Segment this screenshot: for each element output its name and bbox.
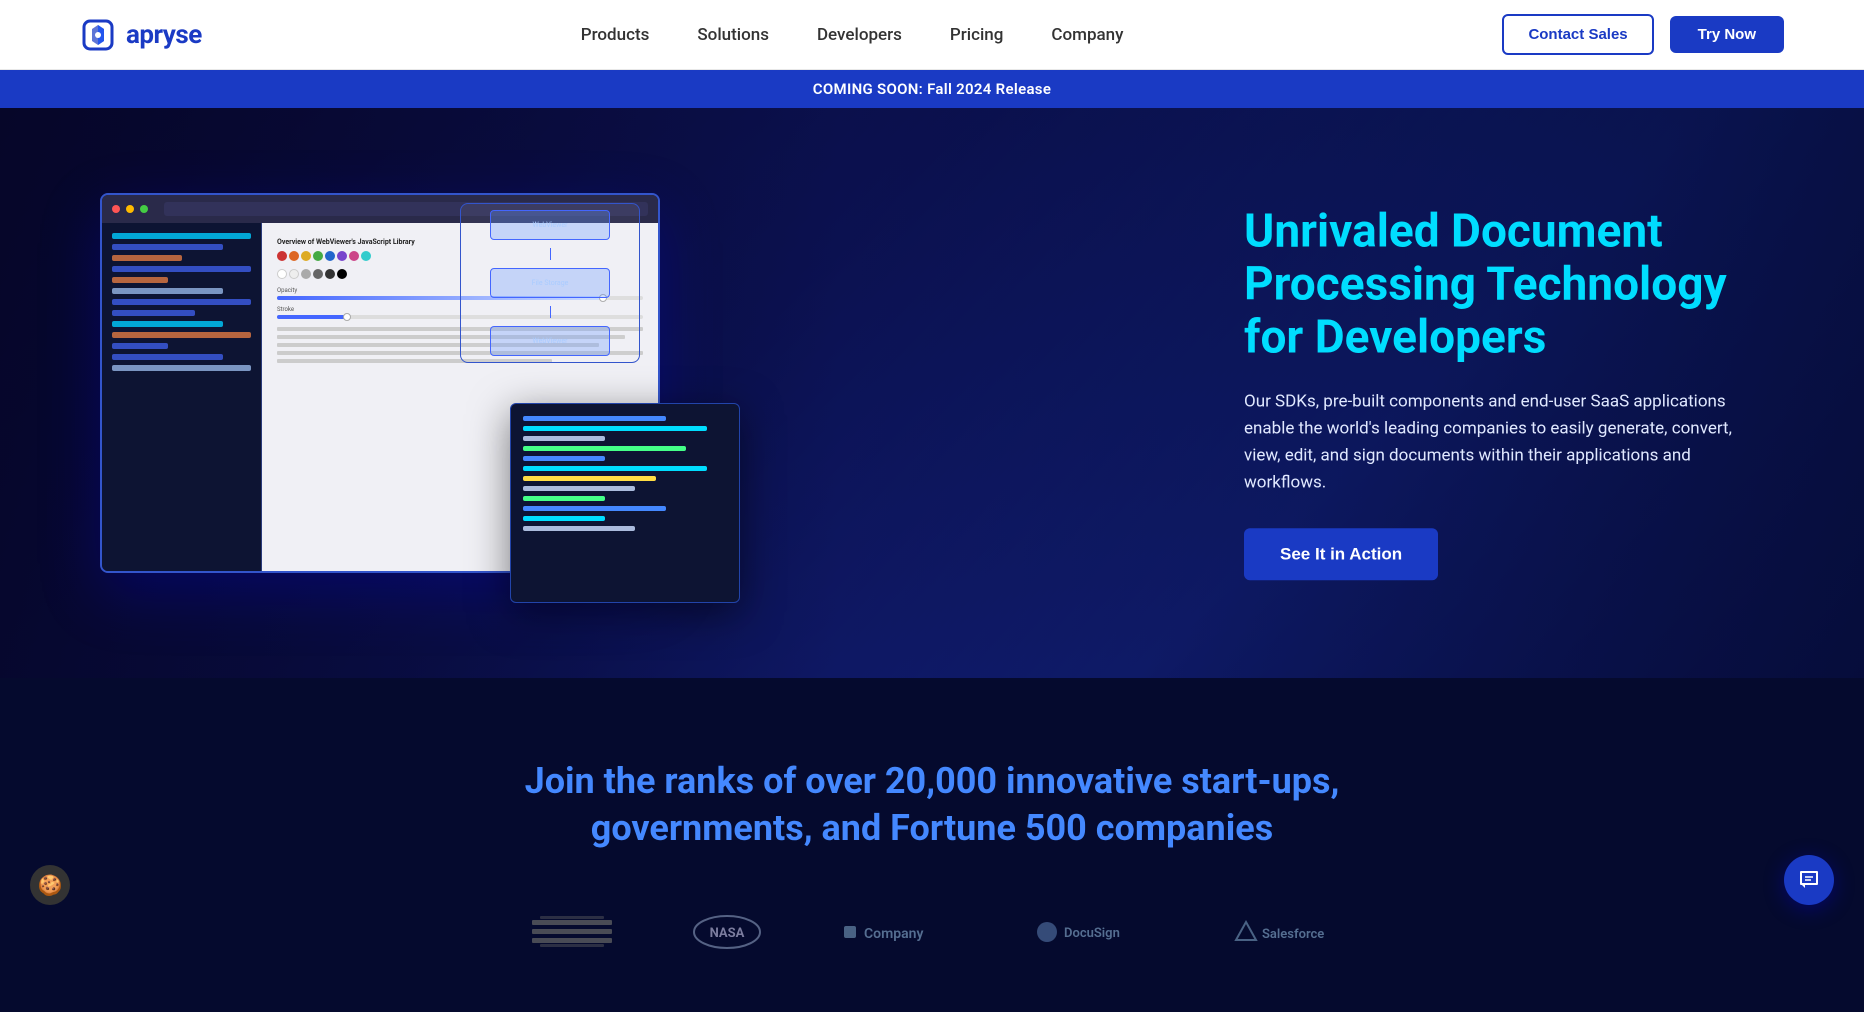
code-sidebar <box>102 223 262 571</box>
logos-row: NASA Company DocuSign Salesforce <box>80 912 1784 952</box>
diagram-box-top: WebViewer <box>490 210 610 240</box>
color-dot-3 <box>301 251 311 261</box>
ibm-logo-svg <box>532 916 612 948</box>
code-line-1 <box>112 233 251 239</box>
color-dot-5 <box>325 251 335 261</box>
toolbar-dot-red <box>112 205 120 213</box>
company1-logo-svg: Company <box>842 918 952 946</box>
code-line-10 <box>112 332 251 338</box>
code-line-5 <box>112 277 168 283</box>
logo-text: apryse <box>126 20 202 50</box>
see-in-action-button[interactable]: See It in Action <box>1244 529 1438 581</box>
cookie-button[interactable]: 🍪 <box>30 865 70 905</box>
try-now-button[interactable]: Try Now <box>1670 16 1784 53</box>
code-line-12 <box>112 354 223 360</box>
nav-company[interactable]: Company <box>1051 25 1123 45</box>
cp-line-10 <box>523 506 666 511</box>
navbar: apryse Products Solutions Developers Pri… <box>0 0 1864 70</box>
nav-products[interactable]: Products <box>581 25 650 45</box>
code-line-4 <box>112 266 251 272</box>
apryse-logo-icon <box>80 17 116 53</box>
diagram-arrow-1 <box>550 248 551 260</box>
color-dot-light <box>289 269 299 279</box>
navbar-actions: Contact Sales Try Now <box>1502 14 1784 55</box>
social-proof-title: Join the ranks of over 20,000 innovative… <box>80 758 1784 852</box>
nav-developers[interactable]: Developers <box>817 25 902 45</box>
social-proof-section: Join the ranks of over 20,000 innovative… <box>0 678 1864 1012</box>
company2-logo-svg: DocuSign <box>1032 917 1152 947</box>
file-storage-diagram: WebViewer File Storage WebViewer <box>460 203 640 363</box>
social-proof-line2: governments, and Fortune 500 companies <box>591 807 1273 849</box>
announcement-text: COMING SOON: Fall 2024 Release <box>813 80 1051 98</box>
logo-nasa: NASA <box>692 912 762 952</box>
cp-line-7 <box>523 476 656 481</box>
contact-sales-button[interactable]: Contact Sales <box>1502 14 1653 55</box>
code-line-13 <box>112 365 251 371</box>
cp-line-4 <box>523 446 686 451</box>
logo-company2: DocuSign <box>1032 912 1152 952</box>
svg-text:Salesforce: Salesforce <box>1262 927 1324 942</box>
code-line-3 <box>112 255 182 261</box>
code-line-11 <box>112 343 168 349</box>
logo-company1: Company <box>842 912 952 952</box>
cookie-icon-symbol: 🍪 <box>38 873 63 897</box>
diagram-box-bot: WebViewer <box>490 326 610 356</box>
cp-line-3 <box>523 436 605 441</box>
code-line-6 <box>112 288 223 294</box>
color-dot-7 <box>349 251 359 261</box>
nav-links: Products Solutions Developers Pricing Co… <box>581 25 1124 45</box>
svg-text:NASA: NASA <box>710 926 745 941</box>
announcement-bar[interactable]: COMING SOON: Fall 2024 Release <box>0 70 1864 108</box>
color-dot-black <box>337 269 347 279</box>
color-dot-8 <box>361 251 371 261</box>
cp-line-8 <box>523 486 635 491</box>
diagram-box-mid: File Storage <box>490 268 610 298</box>
svg-text:Company: Company <box>864 926 923 942</box>
hero-visual: Overview of WebViewer's JavaScript Libra… <box>0 108 1212 678</box>
nav-pricing[interactable]: Pricing <box>950 25 1004 45</box>
cp-line-1 <box>523 416 666 421</box>
cp-line-9 <box>523 496 605 501</box>
code-line-2 <box>112 244 223 250</box>
svg-text:DocuSign: DocuSign <box>1064 926 1120 941</box>
hero-section: Overview of WebViewer's JavaScript Libra… <box>0 108 1864 678</box>
chat-button[interactable] <box>1784 855 1834 905</box>
color-dot-6 <box>337 251 347 261</box>
color-dot-2 <box>289 251 299 261</box>
code-line-8 <box>112 310 195 316</box>
code-line-9 <box>112 321 223 327</box>
cp-line-5 <box>523 456 605 461</box>
nasa-logo-svg: NASA <box>692 914 762 950</box>
company3-logo-svg: Salesforce <box>1232 918 1332 946</box>
code-line-7 <box>112 299 251 305</box>
toolbar-dot-yellow <box>126 205 134 213</box>
diagram-arrow-2 <box>550 306 551 318</box>
chat-icon <box>1797 868 1821 892</box>
color-dot-1 <box>277 251 287 261</box>
monitor-frame: Overview of WebViewer's JavaScript Libra… <box>40 153 720 633</box>
hero-title: Unrivaled Document Processing Technology… <box>1244 205 1744 364</box>
color-dot-near-black <box>325 269 335 279</box>
social-proof-line1: Join the ranks of over 20,000 innovative… <box>525 760 1340 802</box>
code-panel <box>510 403 740 603</box>
cp-line-6 <box>523 466 707 471</box>
cp-line-2 <box>523 426 707 431</box>
cp-line-12 <box>523 526 635 531</box>
color-dot-darkgray <box>313 269 323 279</box>
hero-description: Our SDKs, pre-built components and end-u… <box>1244 388 1744 497</box>
logo-link[interactable]: apryse <box>80 17 202 53</box>
cp-line-11 <box>523 516 605 521</box>
nav-solutions[interactable]: Solutions <box>697 25 769 45</box>
color-dot-white <box>277 269 287 279</box>
hero-text-block: Unrivaled Document Processing Technology… <box>1244 205 1744 580</box>
color-dot-gray <box>301 269 311 279</box>
logo-company3: Salesforce <box>1232 912 1332 952</box>
color-dot-4 <box>313 251 323 261</box>
logo-ibm <box>532 912 612 952</box>
toolbar-dot-green <box>140 205 148 213</box>
